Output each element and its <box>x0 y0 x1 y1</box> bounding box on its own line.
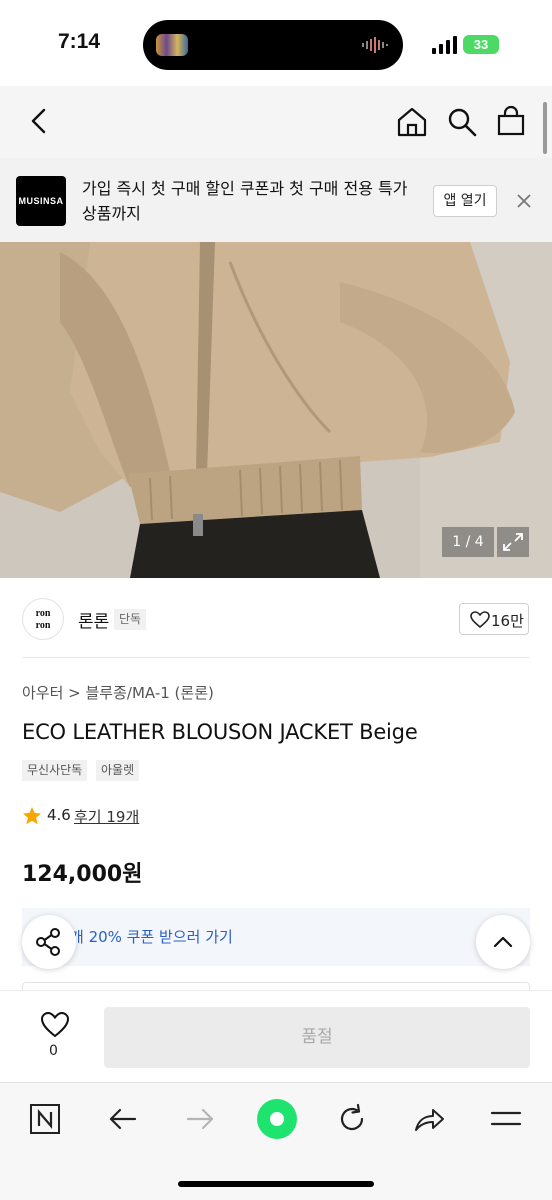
heart-icon[interactable] <box>40 1011 70 1039</box>
image-counter: 1 / 4 <box>442 527 494 557</box>
star-icon <box>23 807 41 825</box>
chevron-up-icon <box>493 936 513 948</box>
product-like-count: 0 <box>49 1043 58 1059</box>
reviews-link[interactable]: 후기 19개 <box>74 806 139 827</box>
banner-message: 가입 즉시 첫 구매 할인 쿠폰과 첫 구매 전용 특가 상품까지 <box>82 179 408 223</box>
share-forward-icon[interactable] <box>412 1103 446 1135</box>
heart-icon <box>470 611 490 629</box>
product-tag: 무신사단독 <box>22 760 88 781</box>
forward-icon[interactable] <box>183 1103 217 1135</box>
refresh-icon[interactable] <box>336 1103 368 1135</box>
shopping-bag-icon[interactable] <box>495 105 527 137</box>
dynamic-island <box>143 20 403 70</box>
divider <box>22 657 530 658</box>
search-icon[interactable] <box>446 106 478 138</box>
share-button[interactable] <box>22 915 76 969</box>
scroll-indicator <box>543 102 547 154</box>
product-price: 124,000원 <box>22 862 143 887</box>
expand-icon <box>503 533 523 551</box>
status-time: 7:14 <box>58 30 101 53</box>
home-indicator <box>178 1181 374 1187</box>
product-title: ECO LEATHER BLOUSON JACKET Beige <box>22 720 418 744</box>
green-dot-icon[interactable] <box>256 1098 298 1140</box>
rating-score: 4.6 <box>47 806 71 824</box>
now-playing-thumbnail <box>156 34 188 56</box>
scroll-to-top-button[interactable] <box>476 915 530 969</box>
open-app-button[interactable]: 앱 열기 <box>433 185 497 217</box>
brand-like-count: 16만 <box>491 612 524 630</box>
coupon-text[interactable]: 개 20% 쿠폰 받으러 가기 <box>70 926 233 947</box>
expand-image-button[interactable] <box>497 527 529 557</box>
back-icon[interactable] <box>106 1103 140 1135</box>
brand-name[interactable]: 론론 <box>78 607 109 632</box>
share-icon <box>36 928 60 956</box>
cellular-signal-icon <box>432 36 457 54</box>
category-breadcrumb[interactable]: 아우터 > 블루종/MA-1 (론론) <box>22 682 214 703</box>
naver-icon[interactable] <box>29 1103 61 1135</box>
sold-out-button[interactable]: 품절 <box>104 1007 530 1068</box>
menu-icon[interactable] <box>489 1105 523 1133</box>
audio-wave-icon <box>362 37 388 53</box>
product-tag: 아울렛 <box>96 760 140 781</box>
exclusive-badge: 단독 <box>114 609 147 630</box>
musinsa-logo: MUSINSA <box>16 176 66 226</box>
brand-logo[interactable]: ron ron <box>22 598 64 640</box>
back-arrow-icon[interactable] <box>26 106 52 136</box>
battery-indicator: 33 <box>463 35 499 54</box>
home-icon[interactable] <box>396 106 428 138</box>
brand-like-button[interactable]: 16만 <box>459 603 529 635</box>
close-icon[interactable] <box>512 189 536 213</box>
